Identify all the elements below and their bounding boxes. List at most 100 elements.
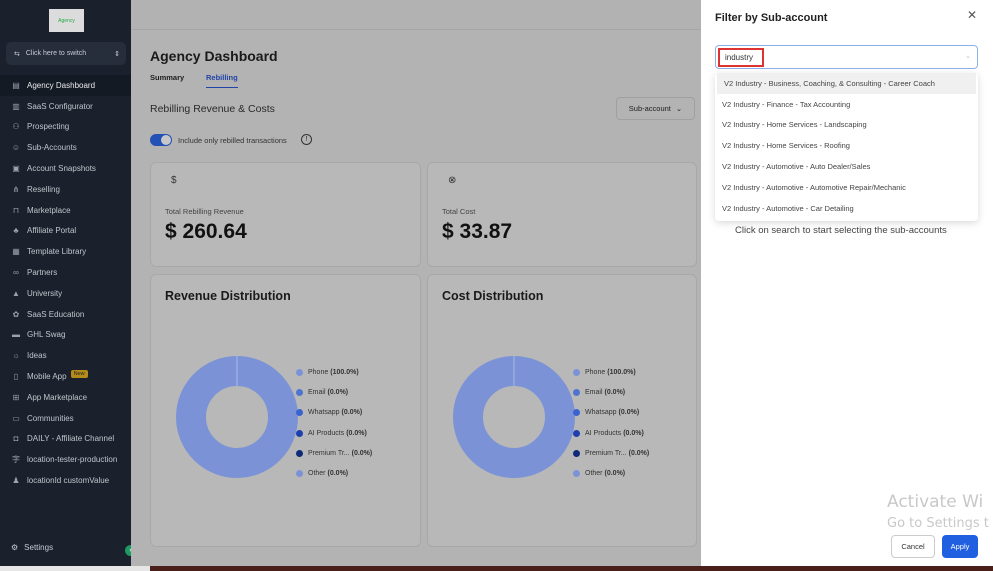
toggle-label: Include only rebilled transactions: [178, 136, 287, 145]
sidebar-item-app-marketplace[interactable]: ⊞ App Marketplace: [0, 387, 131, 408]
main-content: Agency Dashboard Summary Rebilling Rebil…: [131, 30, 701, 566]
legend-dot: [296, 409, 303, 417]
tab-rebilling[interactable]: Rebilling: [206, 73, 238, 88]
legend-item[interactable]: Email (0.0%): [296, 382, 372, 402]
sidebar-item-template-library[interactable]: ▦ Template Library: [0, 241, 131, 262]
chevron-updown-icon: ⇕: [114, 50, 120, 58]
sub-account-option[interactable]: V2 Industry - Home Services - Roofing: [715, 135, 978, 156]
sidebar-item-daily-affiliate-channel[interactable]: ◘ DAILY - Affiliate Channel: [0, 429, 131, 450]
legend-item[interactable]: Email (0.0%): [573, 382, 649, 402]
legend-value: (0.0%): [351, 449, 373, 457]
legend-item[interactable]: Other (0.0%): [296, 463, 372, 483]
text-icon: 字: [12, 455, 20, 465]
nav-label: Mobile App: [27, 372, 67, 382]
legend-item[interactable]: Whatsapp (0.0%): [296, 403, 372, 423]
close-icon[interactable]: ✕: [967, 8, 977, 22]
sidebar-item-affiliate-portal[interactable]: ♣ Affiliate Portal: [0, 221, 131, 242]
cancel-button[interactable]: Cancel: [891, 535, 935, 558]
sub-account-dropdown[interactable]: Sub-account ⌄: [616, 97, 695, 120]
nav-label: University: [27, 288, 63, 298]
apps-icon: ⊞: [12, 392, 20, 402]
account-switcher[interactable]: ⇆ Click here to switch ⇕: [6, 42, 126, 65]
sidebar-item-communities[interactable]: ▭ Communities: [0, 408, 131, 429]
channel-icon: ◘: [13, 434, 19, 444]
legend-item[interactable]: AI Products (0.0%): [296, 423, 372, 443]
sub-account-option[interactable]: V2 Industry - Business, Coaching, & Cons…: [717, 73, 976, 94]
sub-account-option[interactable]: V2 Industry - Automotive - Auto Dealer/S…: [715, 156, 978, 177]
sidebar-item-ideas[interactable]: ☼ Ideas: [0, 345, 131, 366]
card-value: $ 260.64: [165, 220, 247, 243]
legend-value: (0.0%): [341, 409, 363, 417]
nav-label: GHL Swag: [27, 330, 66, 340]
legend-item[interactable]: AI Products (0.0%): [573, 423, 649, 443]
watermark-line2: Go to Settings t: [887, 516, 989, 531]
legend-dot: [296, 449, 303, 457]
sidebar-item-locationid-customvalue[interactable]: ♟ locationId customValue: [0, 470, 131, 491]
legend-value: (0.0%): [346, 429, 367, 437]
legend-item[interactable]: Premium Tr... (0.0%): [296, 443, 372, 463]
sub-account-option[interactable]: V2 Industry - Automotive - Automotive Re…: [715, 177, 978, 198]
sidebar-item-partners[interactable]: ∞ Partners: [0, 262, 131, 283]
chevron-down-icon: ⌄: [675, 104, 683, 113]
legend-label: Phone: [585, 368, 606, 376]
revenue-distribution-card: Revenue Distribution Phone (100.0%) Email (0…: [150, 274, 421, 547]
nav-label: Prospecting: [27, 122, 70, 132]
tab-summary[interactable]: Summary: [150, 73, 184, 82]
sidebar-item-sub-accounts[interactable]: ☺ Sub-Accounts: [0, 137, 131, 158]
legend-value: (0.0%): [604, 470, 626, 478]
group-icon: ♣: [13, 226, 19, 236]
legend-item[interactable]: Premium Tr... (0.0%): [573, 443, 649, 463]
legend-item[interactable]: Other (0.0%): [573, 463, 649, 483]
sidebar-item-marketplace[interactable]: ⊓ Marketplace: [0, 200, 131, 221]
mobile-icon: ▯: [13, 372, 19, 382]
legend-value: (0.0%): [628, 449, 650, 457]
rebilled-toggle[interactable]: [150, 134, 172, 146]
dollar-icon: $: [171, 175, 177, 186]
legend-item[interactable]: Phone (100.0%): [296, 362, 372, 382]
legend-dot: [573, 429, 580, 437]
sidebar: Agency ⇆ Click here to switch ⇕ ▤ Agency Da…: [0, 0, 136, 566]
nav-label: SaaS Configurator: [27, 101, 93, 111]
network-icon: ⋔: [12, 184, 20, 194]
sidebar-item-saas-education[interactable]: ✿ SaaS Education: [0, 304, 131, 325]
dashboard-icon: ▤: [12, 80, 20, 90]
sidebar-item-reselling[interactable]: ⋔ Reselling: [0, 179, 131, 200]
sidebar-item-saas-configurator[interactable]: ▥ SaaS Configurator: [0, 96, 131, 117]
people-icon: ⚇: [12, 122, 20, 132]
education-icon: ✿: [12, 309, 20, 319]
sub-account-select[interactable]: ⌄: [715, 45, 978, 69]
sidebar-item-mobile-app[interactable]: ▯ Mobile App New: [0, 366, 131, 387]
legend-value: (0.0%): [327, 470, 349, 478]
legend-label: Whatsapp: [308, 409, 340, 417]
sub-account-search-input[interactable]: [718, 48, 764, 67]
legend-item[interactable]: Whatsapp (0.0%): [573, 403, 649, 423]
sidebar-item-account-snapshots[interactable]: ▣ Account Snapshots: [0, 158, 131, 179]
legend-dot: [296, 368, 303, 376]
legend-value: (0.0%): [327, 388, 349, 396]
apply-button[interactable]: Apply: [942, 535, 978, 558]
new-badge: New: [70, 369, 88, 378]
nav-label: Communities: [27, 413, 74, 423]
sidebar-item-university[interactable]: ▲ University: [0, 283, 131, 304]
page-title: Agency Dashboard: [150, 48, 278, 64]
options-dropdown: V2 Industry - Business, Coaching, & Cons…: [715, 73, 978, 221]
sub-account-option[interactable]: V2 Industry - Home Services - Landscapin…: [715, 115, 978, 136]
sub-account-option[interactable]: V2 Industry - Finance - Tax Accounting: [715, 94, 978, 115]
revenue-card: $ Total Rebilling Revenue $ 260.64: [150, 162, 421, 267]
nav-label: Reselling: [27, 184, 60, 194]
legend-item[interactable]: Phone (100.0%): [573, 362, 649, 382]
legend-dot: [296, 470, 303, 478]
sub-account-option[interactable]: V2 Industry - Automotive - Car Detailing: [715, 198, 978, 219]
legend-value: (100.0%): [607, 368, 636, 376]
sidebar-item-location-tester-production[interactable]: 字 location-tester-production: [0, 449, 131, 470]
sidebar-item-settings[interactable]: ⚙ Settings: [11, 543, 53, 552]
nav-label: Template Library: [27, 247, 87, 257]
legend-label: AI Products: [585, 429, 622, 437]
sidebar-item-agency-dashboard[interactable]: ▤ Agency Dashboard: [0, 75, 131, 96]
user-add-icon: ♟: [12, 476, 20, 486]
sidebar-item-ghl-swag[interactable]: ▬ GHL Swag: [0, 325, 131, 346]
legend-dot: [573, 449, 580, 457]
sidebar-item-prospecting[interactable]: ⚇ Prospecting: [0, 117, 131, 138]
info-icon[interactable]: !: [301, 134, 312, 145]
nav-label: Sub-Accounts: [27, 143, 77, 153]
